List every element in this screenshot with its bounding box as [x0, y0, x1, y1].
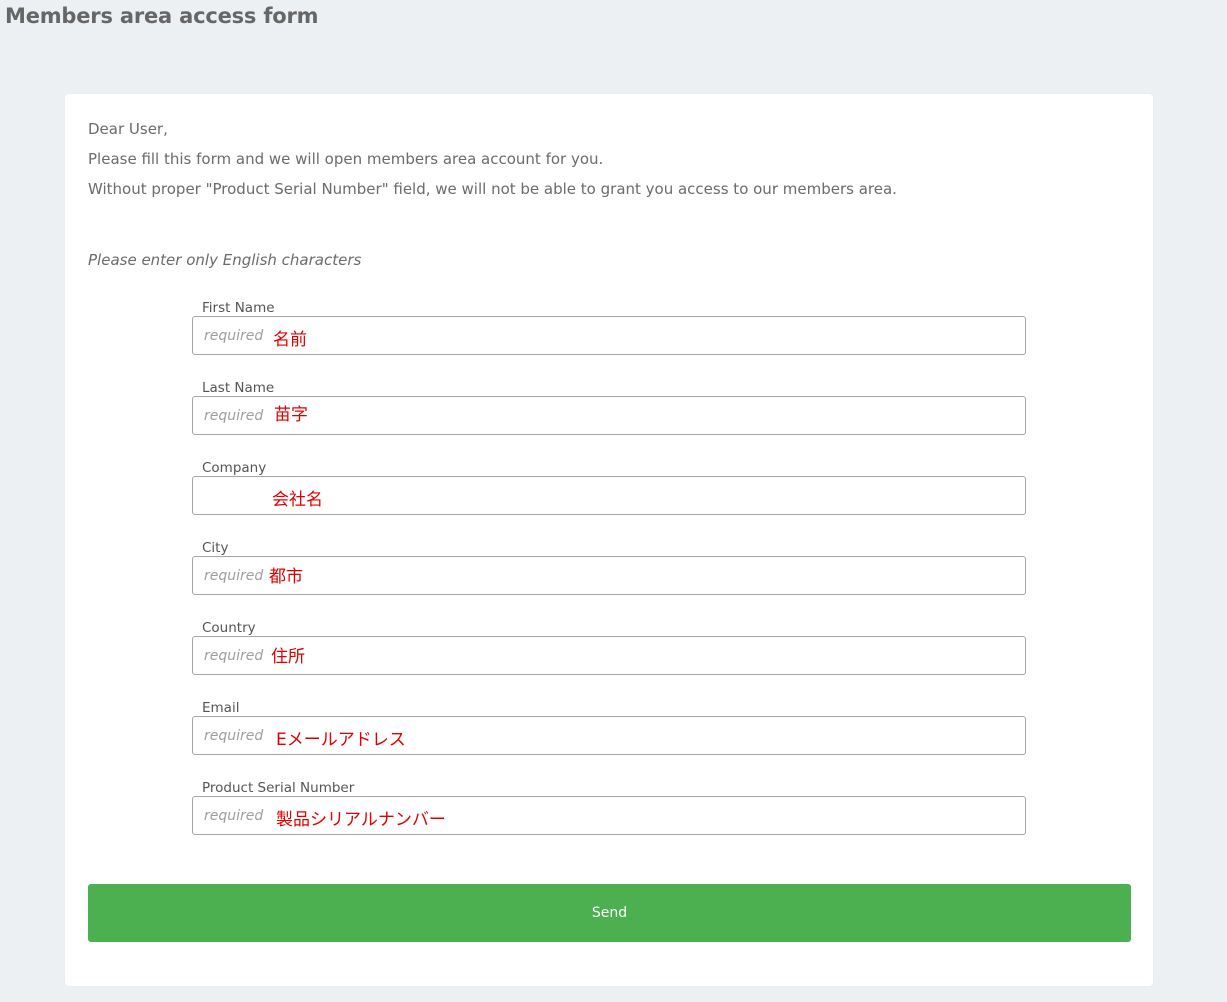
serial-number-input[interactable]: [193, 797, 1025, 834]
first-name-input[interactable]: [193, 317, 1025, 354]
last-name-field-box: 苗字: [192, 396, 1026, 435]
serial-number-label: Product Serial Number: [202, 780, 355, 796]
email-input[interactable]: [193, 717, 1025, 754]
first-name-label: First Name: [202, 300, 275, 316]
intro-line-1: Please fill this form and we will open m…: [88, 150, 604, 168]
country-label: Country: [202, 620, 256, 636]
email-label: Email: [202, 700, 240, 716]
last-name-input[interactable]: [193, 397, 1025, 434]
country-field-box: 住所: [192, 636, 1026, 675]
city-input[interactable]: [193, 557, 1025, 594]
country-input[interactable]: [193, 637, 1025, 674]
city-label: City: [202, 540, 229, 556]
greeting-text: Dear User,: [88, 120, 168, 138]
intro-line-2: Without proper "Product Serial Number" f…: [88, 180, 897, 198]
first-name-field-box: 名前: [192, 316, 1026, 355]
serial-number-field-box: 製品シリアルナンバー: [192, 796, 1026, 835]
last-name-label: Last Name: [202, 380, 275, 396]
city-field-box: 都市: [192, 556, 1026, 595]
page-title: Members area access form: [5, 4, 319, 28]
company-field-box: 会社名: [192, 476, 1026, 515]
email-field-box: Eメールアドレス: [192, 716, 1026, 755]
company-input[interactable]: [193, 477, 1025, 514]
english-only-note: Please enter only English characters: [88, 251, 362, 269]
company-label: Company: [202, 460, 267, 476]
form-card: Dear User, Please fill this form and we …: [65, 94, 1153, 986]
send-button[interactable]: Send: [88, 884, 1131, 942]
